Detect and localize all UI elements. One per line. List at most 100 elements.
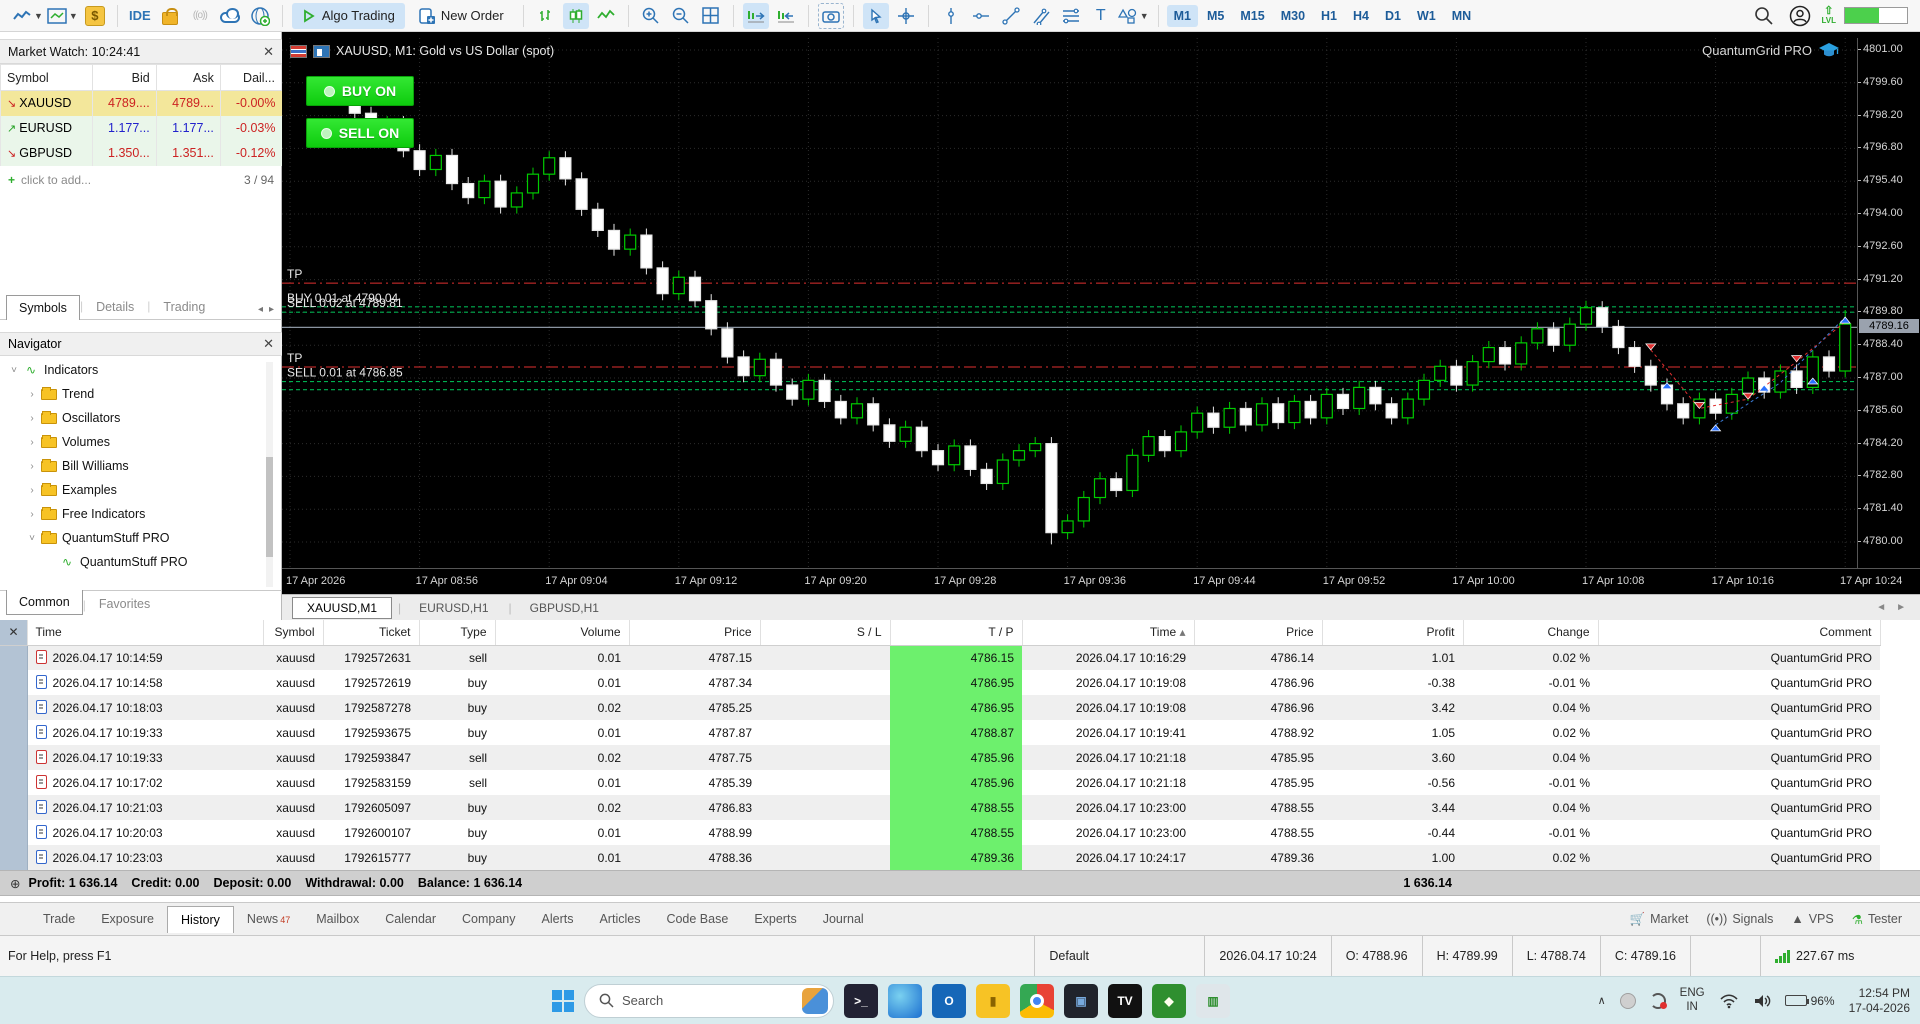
tab-journal[interactable]: Journal (810, 906, 877, 932)
currency-icon[interactable]: $ (82, 3, 108, 29)
toolbox-vps-button[interactable]: ▲ VPS (1791, 912, 1833, 926)
navigator-scrollbar[interactable] (266, 362, 273, 587)
chart-shift-icon[interactable] (773, 3, 799, 29)
community-icon[interactable] (247, 3, 273, 29)
history-column-header-volume[interactable]: Volume (495, 620, 630, 646)
navigator-item-quantumstuff-pro[interactable]: ∿ QuantumStuff PRO (0, 550, 268, 574)
tab-calendar[interactable]: Calendar (372, 906, 449, 932)
zoom-out-icon[interactable] (668, 3, 694, 29)
candlestick-mode-icon[interactable] (562, 2, 589, 29)
outlook-icon[interactable]: O (932, 983, 966, 1018)
chart-tab-gbpusdh1[interactable]: GBPUSD,H1 (516, 598, 613, 618)
hidden-icons-chevron[interactable]: ∧ (1598, 994, 1606, 1007)
new-order-button[interactable]: New Order (409, 3, 514, 29)
time-axis[interactable]: 17 Apr 2026 17 Apr 08:56 17 Apr 09:04 17 Ap… (282, 568, 1920, 594)
history-column-header-tp[interactable]: T / P (890, 620, 1023, 646)
table-row[interactable]: 2026.04.17 10:20:03 xauusd 1792600107 buy 0.… (0, 820, 1880, 845)
table-row[interactable]: 2026.04.17 10:14:58 xauusd 1792572619 buy 0.… (0, 670, 1880, 695)
chart-tab-pager[interactable]: ◄ ► (1876, 602, 1906, 613)
timeframe-w1[interactable]: W1 (1410, 5, 1443, 27)
candlestick-plot[interactable]: TPBUY 0.01 at 4790.04SELL 0.02 at 4789.8… (282, 38, 1857, 568)
tradingview-icon[interactable]: TV (1108, 983, 1142, 1018)
filezilla-icon[interactable]: ◆ (1152, 983, 1186, 1018)
market-watch-column-header[interactable]: Bid (91, 64, 157, 91)
tab-exposure[interactable]: Exposure (88, 906, 167, 932)
toolbox-signals-button[interactable]: ((•)) Signals (1706, 912, 1773, 926)
tab-trading[interactable]: Trading (150, 294, 218, 319)
tab-experts[interactable]: Experts (741, 906, 809, 932)
history-column-header-symbol[interactable]: Symbol (263, 620, 324, 646)
chart-area[interactable]: XAUUSD, M1: Gold vs US Dollar (spot) Qua… (282, 32, 1920, 620)
volume-icon[interactable] (1753, 993, 1771, 1009)
chart-properties-icon[interactable] (313, 44, 330, 58)
screen-share-icon[interactable]: ▥ (1196, 983, 1230, 1018)
tab-mailbox[interactable]: Mailbox (303, 906, 372, 932)
indicator-window-icon[interactable]: ▼ (47, 3, 78, 29)
navigator-item-bill-williams[interactable]: › Bill Williams (0, 454, 268, 478)
market-watch-add-row[interactable]: + click to add... 3 / 94 (0, 167, 282, 193)
level-indicator[interactable]: ⇧ LVL (1821, 6, 1836, 25)
file-explorer-icon[interactable]: ▮ (976, 983, 1010, 1018)
expand-icon[interactable]: ⊕ (10, 876, 20, 891)
text-tool-icon[interactable]: T (1088, 3, 1114, 29)
table-row[interactable]: 2026.04.17 10:23:03 xauusd 1792615777 buy 0.… (0, 845, 1880, 870)
close-icon[interactable]: ✕ (263, 44, 274, 60)
table-row[interactable]: 2026.04.17 10:19:33 xauusd 1792593847 sell 0… (0, 745, 1880, 770)
chart-profile-icon[interactable]: ▼ (12, 3, 43, 29)
chrome-icon[interactable] (1020, 983, 1054, 1018)
navigator-item-oscillators[interactable]: › Oscillators (0, 406, 268, 430)
timeframe-h4[interactable]: H4 (1346, 5, 1376, 27)
market-watch-column-header[interactable]: Symbol (0, 64, 93, 91)
timeframe-d1[interactable]: D1 (1378, 5, 1408, 27)
navigator-item-volumes[interactable]: › Volumes (0, 430, 268, 454)
table-row[interactable]: 2026.04.17 10:18:03 xauusd 1792587278 buy 0.… (0, 695, 1880, 720)
chart-tab-xauusdm1[interactable]: XAUUSD,M1 (292, 596, 393, 619)
search-icon[interactable] (1751, 3, 1777, 29)
table-row[interactable]: 2026.04.17 10:17:02 xauusd 1792583159 sell 0… (0, 770, 1880, 795)
market-store-icon[interactable] (157, 3, 183, 29)
table-row[interactable]: 2026.04.17 10:21:03 xauusd 1792605097 buy 0.… (0, 795, 1880, 820)
crosshair-tool-icon[interactable] (893, 3, 919, 29)
sync-notification-icon[interactable] (1649, 992, 1667, 1009)
market-watch-row-gbpusd[interactable]: ↘ GBPUSD 1.350... 1.351... -0.12% (0, 140, 282, 166)
bar-chart-mode-icon[interactable] (533, 3, 559, 29)
horizontal-line-tool-icon[interactable] (968, 3, 994, 29)
cursor-tool-icon[interactable] (862, 2, 889, 29)
account-icon[interactable] (1787, 3, 1813, 29)
price-axis[interactable]: 4801.00 4799.60 4798.20 4796.80 4795.40 4794.… (1857, 38, 1920, 568)
navigator-item-indicators[interactable]: ˅ ∿ Indicators (0, 358, 268, 382)
connection-status[interactable]: 227.67 ms (1760, 936, 1920, 976)
tab-alerts[interactable]: Alerts (529, 906, 587, 932)
market-watch-column-header[interactable]: Dail... (219, 64, 283, 91)
start-button[interactable] (552, 989, 574, 1012)
navigator-item-trend[interactable]: › Trend (0, 382, 268, 406)
line-chart-mode-icon[interactable] (593, 3, 619, 29)
channel-tool-icon[interactable] (1028, 3, 1054, 29)
navigator-item-quantumstuff-pro[interactable]: ˅ QuantumStuff PRO (0, 526, 268, 550)
navigator-item-free-indicators[interactable]: › Free Indicators (0, 502, 268, 526)
tab-news[interactable]: News 47 (234, 906, 303, 932)
timeframe-m30[interactable]: M30 (1274, 5, 1312, 27)
algo-trading-button[interactable]: Algo Trading (291, 2, 405, 29)
buy-on-button[interactable]: BUY ON (306, 76, 414, 106)
tab-trade[interactable]: Trade (30, 906, 88, 932)
market-watch-column-header[interactable]: Ask (155, 64, 221, 91)
shapes-tool-icon[interactable]: ▼ (1117, 3, 1149, 29)
tab-details[interactable]: Details (83, 294, 147, 319)
toolbox-tester-button[interactable]: ⚗ Tester (1852, 912, 1902, 927)
screenshot-icon[interactable] (817, 2, 844, 29)
history-column-header-price[interactable]: Price (1194, 620, 1323, 646)
history-column-header-change[interactable]: Change (1463, 620, 1599, 646)
tab-symbols[interactable]: Symbols (6, 295, 80, 320)
history-column-header-profit[interactable]: Profit (1322, 620, 1464, 646)
vps-cloud-icon[interactable] (217, 3, 243, 29)
sell-on-button[interactable]: SELL ON (306, 118, 414, 148)
tab-code-base[interactable]: Code Base (653, 906, 741, 932)
history-column-header-price[interactable]: Price (629, 620, 761, 646)
table-row[interactable]: 2026.04.17 10:19:33 xauusd 1792593675 buy 0.… (0, 720, 1880, 745)
depth-of-market-icon[interactable] (290, 44, 307, 58)
onedrive-icon[interactable] (1619, 992, 1636, 1009)
market-watch-row-xauusd[interactable]: ↘ XAUUSD 4789.... 4789.... -0.00% (0, 90, 282, 116)
tab-articles[interactable]: Articles (586, 906, 653, 932)
tab-favorites[interactable]: Favorites (86, 591, 163, 616)
